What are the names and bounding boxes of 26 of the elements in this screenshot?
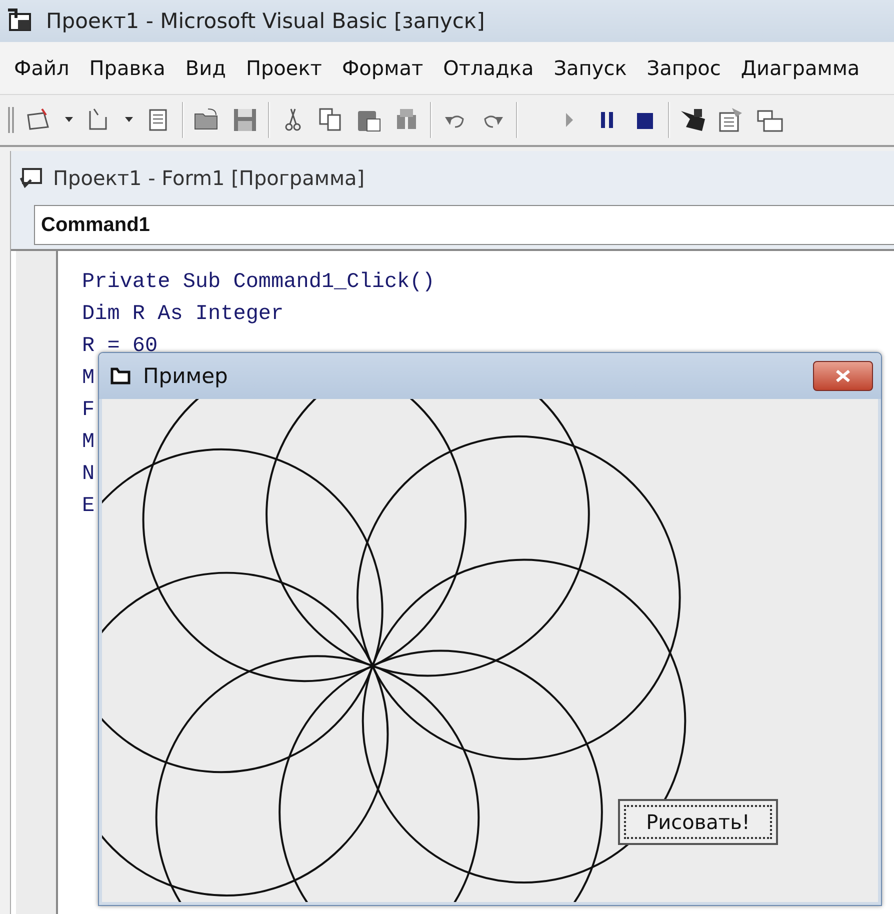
- menu-item[interactable]: Проект: [246, 56, 322, 80]
- menu-item[interactable]: Отладка: [443, 56, 534, 80]
- menu-item[interactable]: Правка: [89, 56, 166, 80]
- menu-item[interactable]: Вид: [185, 56, 226, 80]
- code-line: F: [82, 398, 95, 424]
- code-line: M: [82, 366, 95, 392]
- code-line: Private Sub Command1_Click(): [82, 270, 435, 296]
- window-title: Проект1 - Microsoft Visual Basic [запуск]: [46, 9, 485, 33]
- code-line: N: [82, 462, 95, 488]
- form-title: Пример: [143, 364, 229, 388]
- menu-item[interactable]: Файл: [14, 56, 70, 80]
- code-window-title: Проект1 - Form1 [Программа]: [53, 166, 365, 190]
- menu-item[interactable]: Диаграмма: [740, 56, 860, 80]
- close-button[interactable]: [813, 361, 873, 391]
- menu-item[interactable]: Формат: [342, 56, 424, 80]
- form-code-icon: [19, 166, 43, 190]
- code-line: Dim R As Integer: [82, 302, 284, 328]
- toolbar-grip[interactable]: [6, 105, 16, 135]
- code-line: E: [82, 494, 95, 520]
- draw-button[interactable]: Рисовать!: [618, 799, 778, 845]
- close-icon: [833, 369, 853, 383]
- object-dropdown[interactable]: Command1: [34, 205, 894, 245]
- menu-item[interactable]: Запрос: [646, 56, 721, 80]
- code-line: M: [82, 430, 95, 456]
- code-line: R = 60: [82, 334, 158, 360]
- menu-item[interactable]: Запуск: [554, 56, 627, 80]
